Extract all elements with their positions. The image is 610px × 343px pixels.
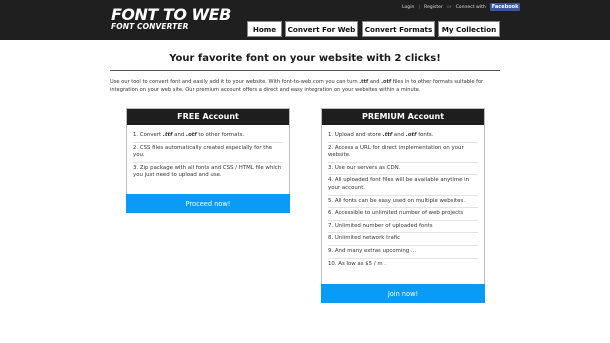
list-item: 5. All fonts can be easy used on multipl… (328, 196, 478, 209)
nav-home[interactable]: Home (247, 21, 282, 37)
intro-ttf: .ttf (359, 79, 369, 85)
feature-text: fonts. (416, 132, 434, 138)
feature-text: and (172, 132, 187, 138)
headline-divider (110, 70, 500, 71)
proceed-now-button[interactable]: Proceed now! (126, 194, 290, 213)
connect-with-text: Connect with (455, 4, 486, 10)
list-item: 9. And many extras upcoming ... (328, 246, 478, 259)
free-account-title: FREE Account (127, 109, 289, 125)
premium-features-list: 1. Upload and store .ttf and .otf fonts.… (322, 125, 484, 270)
list-item: 3. Zip package with all fonts and CSS / … (133, 164, 282, 179)
account-links: Login | Register or Connect with Faceboo… (402, 3, 521, 11)
list-item: 2. CSS files automatically created espec… (133, 143, 283, 163)
register-link[interactable]: Register (424, 5, 443, 10)
or-text: or (446, 4, 452, 10)
free-account-card: FREE Account 1. Convert .ttf and .otf to… (126, 108, 290, 213)
premium-account-card: PREMIUM Account 1. Upload and store .ttf… (321, 108, 485, 303)
list-item: 10. As low as $5 / m . (328, 260, 387, 267)
page-headline: Your favorite font on your website with … (169, 53, 441, 64)
intro-text-a: Use our tool to convert font and easily … (110, 79, 360, 85)
premium-account-title: PREMIUM Account (322, 109, 484, 125)
top-bar: FONT TO WEB FONT CONVERTER Login | Regis… (0, 0, 610, 40)
free-features-list: 1. Convert .ttf and .otf to other format… (127, 125, 289, 182)
list-item: 7. Unlimited number of uploaded fonts (328, 221, 478, 234)
login-link[interactable]: Login (402, 5, 414, 10)
otf-ext: .otf (186, 132, 197, 138)
list-item: 8. Unlimited network trafic (328, 233, 478, 246)
list-item: 1. Upload and store .ttf and .otf fonts. (328, 130, 478, 143)
list-item: 2. Access a URL for direct implementatio… (328, 143, 478, 163)
intro-paragraph: Use our tool to convert font and easily … (110, 79, 502, 94)
intro-and: and (368, 79, 382, 85)
list-item: 6. Accessible to unlimited number of web… (328, 208, 478, 221)
list-item: 4. All uploaded font files will be avail… (328, 175, 478, 196)
nav-my-collection[interactable]: My Collection (438, 21, 500, 37)
nav-convert-for-web[interactable]: Convert For Web (285, 21, 358, 37)
site-logo[interactable]: FONT TO WEB FONT CONVERTER (111, 5, 231, 32)
join-now-button[interactable]: Join now! (321, 284, 485, 303)
ttf-ext: .ttf (382, 132, 393, 138)
intro-otf: .otf (381, 79, 392, 85)
feature-text: 1. Upload and store (328, 132, 383, 138)
facebook-connect-button[interactable]: Facebook (489, 3, 521, 11)
feature-text: 1. Convert (133, 132, 163, 138)
feature-text: to other formats. (196, 132, 245, 138)
ttf-ext: .ttf (162, 132, 173, 138)
nav-convert-formats[interactable]: Convert Formats (362, 21, 435, 37)
list-item: 3. Use our servers as CDN. (328, 163, 478, 176)
logo-title: FONT TO WEB (111, 5, 231, 24)
link-separator: | (418, 4, 420, 10)
otf-ext: .otf (405, 132, 417, 138)
feature-text: and (392, 132, 406, 138)
list-item: 1. Convert .ttf and .otf to other format… (133, 130, 283, 143)
